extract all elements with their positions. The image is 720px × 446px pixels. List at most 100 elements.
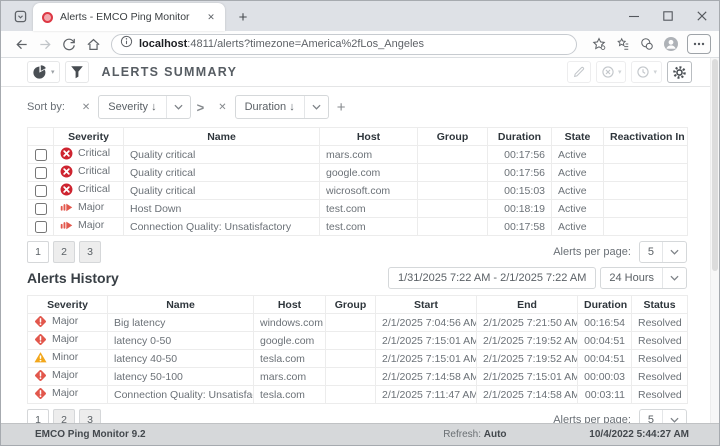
sort-order-chevron-icon: > (197, 100, 205, 115)
site-info-icon[interactable] (120, 35, 133, 53)
browser-essentials-icon[interactable] (635, 33, 659, 55)
row-checkbox[interactable] (35, 221, 47, 233)
alert-row[interactable]: CriticalQuality criticalgoogle.com00:17:… (28, 164, 688, 182)
page-button[interactable]: 3 (79, 409, 101, 423)
chevron-down-icon (663, 249, 686, 255)
column-header[interactable]: State (552, 128, 604, 146)
column-header[interactable]: Severity (28, 296, 108, 314)
browser-menu-icon[interactable] (687, 34, 711, 54)
summary-per-page-select[interactable]: 5 (639, 241, 687, 263)
collections-icon[interactable] (611, 33, 635, 55)
deactivate-dropdown-icon[interactable]: ▾ (618, 68, 622, 76)
new-tab-button[interactable]: + (231, 5, 255, 29)
history-row[interactable]: Majorlatency 50-100mars.com2/1/2025 7:14… (28, 368, 688, 386)
remove-sort-duration-icon[interactable]: ✕ (218, 102, 226, 113)
severity-cell: Major (28, 368, 108, 386)
range-preset-select[interactable]: 24 Hours (600, 267, 687, 289)
row-checkbox[interactable] (35, 149, 47, 161)
column-header[interactable]: Name (124, 128, 320, 146)
chart-view-button[interactable]: ▾ (27, 61, 60, 83)
duration-cell: 00:17:58 (488, 218, 552, 236)
sort-duration-label: Duration ↓ (236, 101, 304, 113)
chevron-down-icon[interactable] (305, 104, 328, 110)
group-cell (418, 146, 488, 164)
address-bar[interactable]: localhost:4811/alerts?timezone=America%2… (111, 34, 577, 55)
profile-avatar[interactable] (659, 33, 683, 55)
history-row[interactable]: MajorBig latencywindows.com2/1/2025 7:04… (28, 314, 688, 332)
page-button[interactable]: 1 (27, 241, 49, 263)
major-diamond-icon (34, 369, 47, 382)
filter-button[interactable] (65, 61, 89, 83)
url-text: localhost:4811/alerts?timezone=America%2… (139, 38, 424, 50)
sort-by-label: Sort by: (27, 101, 65, 113)
column-header[interactable]: Name (108, 296, 254, 314)
maximize-button[interactable] (651, 1, 685, 31)
settings-button[interactable] (667, 61, 692, 83)
reactivation-dropdown-icon[interactable]: ▾ (653, 68, 657, 76)
severity: Critical (60, 165, 110, 178)
duration-cell: 00:17:56 (488, 146, 552, 164)
tab-close-icon[interactable]: ✕ (203, 9, 219, 25)
range-preset-value: 24 Hours (601, 272, 662, 284)
column-header[interactable]: Status (632, 296, 688, 314)
chart-view-dropdown-icon[interactable]: ▾ (51, 68, 55, 76)
alert-row[interactable]: CriticalQuality criticalwicrosoft.com00:… (28, 182, 688, 200)
history-row[interactable]: Majorlatency 0-50google.com2/1/2025 7:15… (28, 332, 688, 350)
alert-row[interactable]: MajorHost Downtest.com00:18:19Active (28, 200, 688, 218)
sort-field-severity[interactable]: Severity ↓ (98, 95, 190, 119)
remove-sort-severity-icon[interactable]: ✕ (82, 102, 90, 113)
edit-button[interactable] (567, 61, 591, 83)
refresh-icon[interactable] (57, 33, 81, 55)
date-range-picker[interactable]: 1/31/2025 7:22 AM - 2/1/2025 7:22 AM (388, 267, 596, 289)
history-row[interactable]: MajorConnection Quality: Unsatisfactoryt… (28, 386, 688, 404)
host-cell: mars.com (320, 146, 418, 164)
group-cell (418, 200, 488, 218)
chevron-down-icon[interactable] (167, 104, 190, 110)
column-header[interactable]: Severity (54, 128, 124, 146)
column-header[interactable]: Group (418, 128, 488, 146)
row-checkbox[interactable] (35, 167, 47, 179)
column-header[interactable]: Host (320, 128, 418, 146)
row-checkbox[interactable] (35, 203, 47, 215)
forward-icon[interactable] (33, 33, 57, 55)
page-button[interactable]: 3 (79, 241, 101, 263)
end-cell: 2/1/2025 7:21:50 AM (477, 314, 578, 332)
sort-field-duration[interactable]: Duration ↓ (235, 95, 329, 119)
browser-tab[interactable]: Alerts - EMCO Ping Monitor ✕ (33, 3, 225, 31)
close-button[interactable] (685, 1, 719, 31)
history-row[interactable]: Minorlatency 40-50tesla.com2/1/2025 7:15… (28, 350, 688, 368)
column-header[interactable]: Reactivation In (604, 128, 688, 146)
major-icon (60, 219, 73, 232)
column-header[interactable]: Duration (488, 128, 552, 146)
name-cell: Connection Quality: Unsatisfactory (124, 218, 320, 236)
deactivate-alert-button[interactable]: ▾ (596, 61, 627, 83)
back-icon[interactable] (9, 33, 33, 55)
page-scrollbar[interactable] (710, 58, 719, 423)
app-toolbar: ▾ ALERTS SUMMARY ▾ ▾ (1, 58, 719, 87)
page-button[interactable]: 2 (53, 241, 75, 263)
add-sort-icon[interactable]: + (337, 99, 346, 116)
group-cell (326, 368, 376, 386)
url-host: localhost (139, 38, 187, 50)
page-button[interactable]: 2 (53, 409, 75, 423)
column-header-checkbox (28, 128, 54, 146)
tab-actions-icon[interactable] (7, 3, 33, 29)
column-header[interactable]: Host (254, 296, 326, 314)
alert-row[interactable]: CriticalQuality criticalmars.com00:17:56… (28, 146, 688, 164)
history-per-page-select[interactable]: 5 (639, 409, 687, 423)
column-header[interactable]: End (477, 296, 578, 314)
home-icon[interactable] (81, 33, 105, 55)
row-checkbox[interactable] (35, 185, 47, 197)
scrollbar-thumb[interactable] (712, 59, 718, 271)
column-header[interactable]: Group (326, 296, 376, 314)
column-header[interactable]: Duration (578, 296, 632, 314)
favorites-star-icon[interactable] (587, 33, 611, 55)
severity-cell: Major (28, 314, 108, 332)
alert-row[interactable]: MajorConnection Quality: Unsatisfactoryt… (28, 218, 688, 236)
minimize-button[interactable] (617, 1, 651, 31)
reactivation-time-button[interactable]: ▾ (631, 61, 662, 83)
page-button[interactable]: 1 (27, 409, 49, 423)
reactivation-cell (604, 146, 688, 164)
column-header[interactable]: Start (376, 296, 477, 314)
severity-label: Minor (52, 351, 78, 363)
